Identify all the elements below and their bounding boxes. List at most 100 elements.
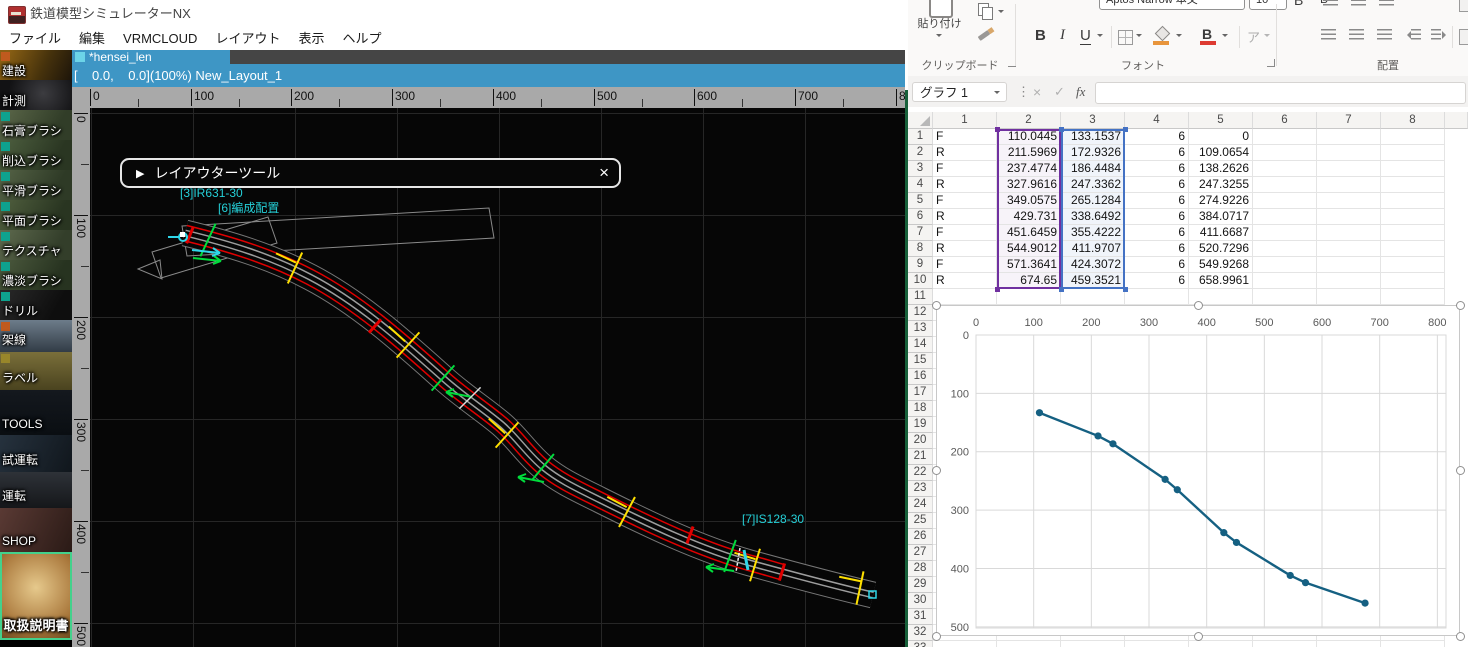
chart-resize-handle[interactable] — [1456, 301, 1465, 310]
wrap-text-icon[interactable] — [1459, 0, 1468, 12]
menu-item-編集[interactable]: 編集 — [70, 28, 114, 50]
sidebar-item-計測[interactable]: 計測 — [0, 80, 72, 110]
column-header-7[interactable]: 7 — [1317, 112, 1381, 129]
cell[interactable]: 6 — [1125, 241, 1189, 257]
borders-icon[interactable] — [1118, 30, 1133, 45]
cell[interactable] — [1317, 273, 1381, 289]
cancel-icon[interactable]: × — [1033, 82, 1041, 102]
cell[interactable]: 6 — [1125, 161, 1189, 177]
row-header-30[interactable]: 30 — [908, 593, 933, 609]
sidebar-item-テクスチャ[interactable]: テクスチャ — [0, 230, 72, 260]
cell[interactable]: 6 — [1125, 177, 1189, 193]
cell[interactable]: 6 — [1125, 257, 1189, 273]
cell[interactable] — [1125, 289, 1189, 305]
chart-resize-handle[interactable] — [932, 301, 941, 310]
layout-canvas[interactable]: ▶ レイアウターツール × [3]IR631-30 [6]編成配置 [7]IS1… — [90, 108, 905, 647]
name-box-splitter-icon[interactable]: ⋮ — [1017, 82, 1030, 102]
cell[interactable] — [1189, 641, 1253, 647]
row-header-22[interactable]: 22 — [908, 465, 933, 481]
cell[interactable]: 6 — [1125, 209, 1189, 225]
sidebar-item-架線[interactable]: 架線 — [0, 320, 72, 352]
cell[interactable] — [1381, 161, 1445, 177]
cell[interactable] — [1253, 225, 1317, 241]
cell[interactable] — [1061, 289, 1125, 305]
row-header-19[interactable]: 19 — [908, 417, 933, 433]
chart-resize-handle[interactable] — [932, 632, 941, 641]
chart-resize-handle[interactable] — [1194, 632, 1203, 641]
row-header-14[interactable]: 14 — [908, 337, 933, 353]
name-box-dropdown-icon[interactable] — [994, 91, 1000, 97]
play-icon[interactable]: ▶ — [136, 167, 144, 180]
align-middle-icon[interactable] — [1351, 0, 1366, 6]
cell[interactable] — [1381, 129, 1445, 145]
row-header-8[interactable]: 8 — [908, 241, 933, 257]
row-header-28[interactable]: 28 — [908, 561, 933, 577]
layouter-tool-panel[interactable]: ▶ レイアウターツール × — [120, 158, 621, 188]
italic-button[interactable]: I — [1060, 27, 1065, 44]
chart-y-range-selection[interactable] — [1061, 129, 1125, 289]
row-header-5[interactable]: 5 — [908, 193, 933, 209]
cell[interactable] — [1381, 241, 1445, 257]
cell[interactable]: R — [933, 209, 997, 225]
cell[interactable] — [1317, 177, 1381, 193]
column-header-partial[interactable] — [1445, 112, 1468, 129]
chart-resize-handle[interactable] — [1456, 466, 1465, 475]
cell[interactable] — [1253, 145, 1317, 161]
menu-item-ファイル[interactable]: ファイル — [0, 28, 70, 50]
cell[interactable] — [1253, 641, 1317, 647]
paste-dropdown-icon[interactable] — [936, 34, 942, 40]
cell[interactable]: 0 — [1189, 129, 1253, 145]
cell[interactable]: 658.9961 — [1189, 273, 1253, 289]
range-handle[interactable] — [1059, 287, 1064, 292]
format-painter-icon[interactable] — [978, 30, 991, 41]
cell[interactable]: R — [933, 241, 997, 257]
column-header-3[interactable]: 3 — [1061, 112, 1125, 129]
decrease-indent-icon[interactable] — [1411, 29, 1421, 40]
range-handle[interactable] — [1123, 127, 1128, 132]
row-header-9[interactable]: 9 — [908, 257, 933, 273]
bold-button[interactable]: B — [1035, 27, 1046, 44]
sidebar-item-石膏ブラシ[interactable]: 石膏ブラシ — [0, 110, 72, 140]
formula-input[interactable] — [1095, 82, 1466, 104]
sidebar-item-平滑ブラシ[interactable]: 平滑ブラシ — [0, 170, 72, 200]
cell[interactable] — [1317, 209, 1381, 225]
menu-item-ヘルプ[interactable]: ヘルプ — [333, 28, 390, 50]
font-size-combo[interactable]: 10 — [1249, 0, 1287, 10]
cell[interactable]: 138.2626 — [1189, 161, 1253, 177]
cell[interactable] — [1253, 209, 1317, 225]
fill-color-dropdown-icon[interactable] — [1176, 34, 1182, 40]
enter-icon[interactable]: ✓ — [1054, 82, 1065, 102]
underline-dropdown-icon[interactable] — [1097, 34, 1103, 40]
cell[interactable] — [1317, 225, 1381, 241]
cell[interactable] — [1253, 241, 1317, 257]
cell[interactable]: R — [933, 177, 997, 193]
column-header-2[interactable]: 2 — [997, 112, 1061, 129]
cell[interactable]: 6 — [1125, 145, 1189, 161]
row-header-10[interactable]: 10 — [908, 273, 933, 289]
cell[interactable]: 6 — [1125, 193, 1189, 209]
row-header-13[interactable]: 13 — [908, 321, 933, 337]
cell[interactable] — [1253, 177, 1317, 193]
cell[interactable]: F — [933, 193, 997, 209]
cell[interactable]: 6 — [1125, 225, 1189, 241]
chart-resize-handle[interactable] — [932, 466, 941, 475]
copy-dropdown-icon[interactable] — [998, 10, 1004, 16]
cell[interactable] — [1381, 145, 1445, 161]
cell[interactable] — [1317, 129, 1381, 145]
cell[interactable] — [1125, 641, 1189, 647]
insert-function-icon[interactable]: fx — [1076, 82, 1085, 102]
sidebar-item-ドリル[interactable]: ドリル — [0, 290, 72, 320]
cell[interactable] — [1061, 641, 1125, 647]
row-header-3[interactable]: 3 — [908, 161, 933, 177]
column-header-5[interactable]: 5 — [1189, 112, 1253, 129]
chart-resize-handle[interactable] — [1456, 632, 1465, 641]
row-header-27[interactable]: 27 — [908, 545, 933, 561]
borders-dropdown-icon[interactable] — [1136, 34, 1142, 40]
name-box[interactable]: グラフ 1 — [912, 82, 1007, 102]
range-handle[interactable] — [995, 127, 1000, 132]
cell[interactable] — [1317, 193, 1381, 209]
cell[interactable]: R — [933, 145, 997, 161]
chart-object[interactable]: 0100200300400500600700800010020030040050… — [936, 305, 1460, 636]
row-header-32[interactable]: 32 — [908, 625, 933, 641]
cell[interactable] — [1381, 177, 1445, 193]
